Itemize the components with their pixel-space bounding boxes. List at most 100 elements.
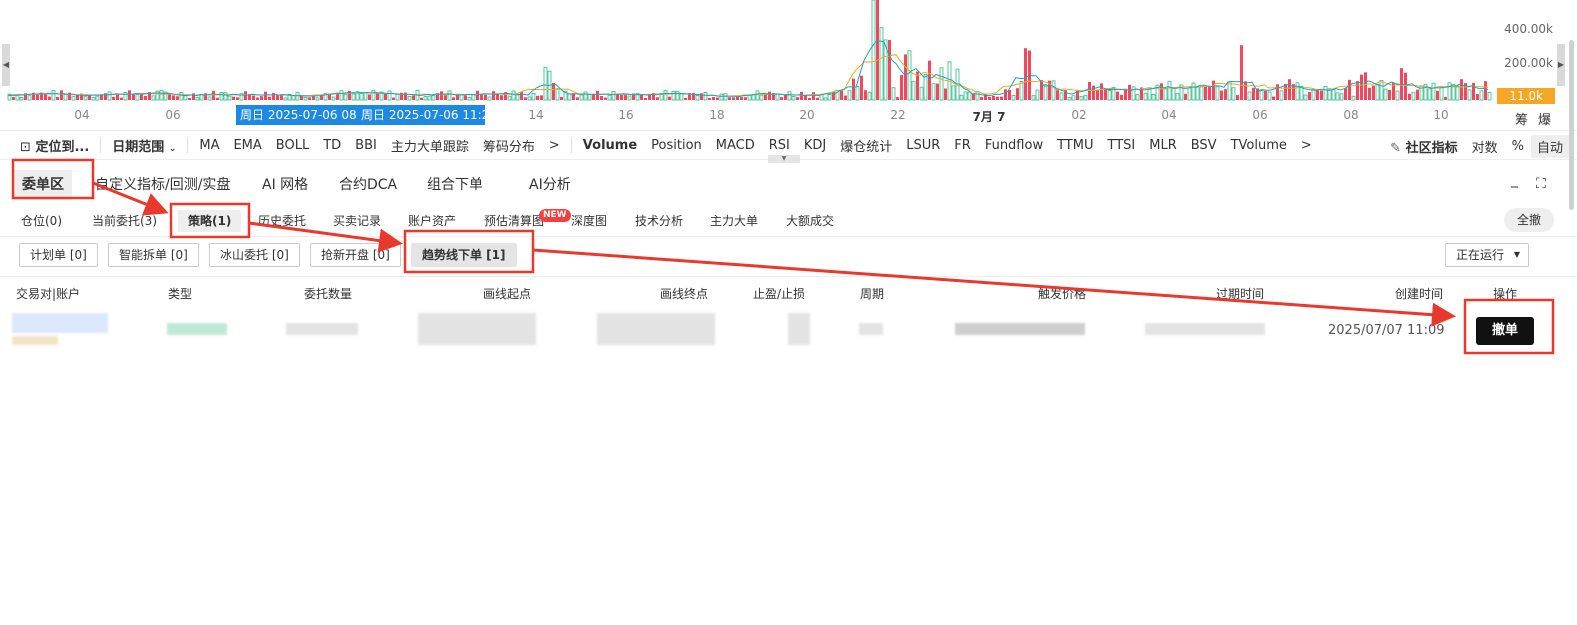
tab-combo-order[interactable]: 组合下单 xyxy=(427,170,483,200)
community-indicators-button[interactable]: ✎ 社区指标 xyxy=(1383,137,1464,156)
volume-bar xyxy=(339,90,344,101)
filter-plan-orders[interactable]: 计划单 [0] xyxy=(19,243,98,267)
volume-bar xyxy=(911,80,916,101)
date-range-dropdown[interactable]: 日期范围 ⌄ xyxy=(105,136,183,155)
chevron-right-icon[interactable]: > xyxy=(1294,138,1319,153)
main-tab-bar: 委单区 自定义指标/回测/实盘 AI 网格 合约DCA 组合下单 AI分析 _ … xyxy=(0,170,1577,200)
indicator-chip-distribution[interactable]: 筹码分布 xyxy=(476,136,542,155)
expand-icon[interactable]: ⛶ xyxy=(1536,176,1546,192)
filter-new-listing[interactable]: 抢新开盘 [0] xyxy=(310,243,401,267)
indicator-ema[interactable]: EMA xyxy=(226,138,268,153)
volume-bar xyxy=(871,0,876,101)
tab-large-trades[interactable]: 大额成交 xyxy=(786,210,834,232)
indicator-fundflow[interactable]: Fundflow xyxy=(978,138,1050,153)
indicator-position[interactable]: Position xyxy=(644,138,709,153)
indicator-ttsi[interactable]: TTSI xyxy=(1100,138,1142,153)
volume-bar xyxy=(1191,82,1196,101)
tab-custom-indicators[interactable]: 自定义指标/回测/实盘 xyxy=(95,170,230,200)
tab-depth-chart[interactable]: 深度图 xyxy=(571,210,607,232)
indicator-ttmu[interactable]: TTMU xyxy=(1050,138,1100,153)
tab-positions[interactable]: 仓位(0) xyxy=(21,210,62,232)
volume-bar xyxy=(159,90,164,101)
filter-iceberg[interactable]: 冰山委托 [0] xyxy=(209,243,300,267)
right-scroll-handle[interactable]: ▶ xyxy=(1557,44,1565,86)
volume-bar xyxy=(1212,80,1215,100)
minimize-icon[interactable]: _ xyxy=(1511,172,1518,188)
indicator-td[interactable]: TD xyxy=(316,138,348,153)
tab-order-area[interactable]: 委单区 xyxy=(14,170,72,200)
liquidation-toggle[interactable]: 爆 xyxy=(1538,109,1551,128)
volume-chart[interactable]: ◀ ▶ 400.00k 200.00k 11.0k 04 06 14 16 18… xyxy=(0,0,1577,130)
volume-bar xyxy=(1395,90,1400,101)
indicator-kdj[interactable]: KDJ xyxy=(797,138,833,153)
volume-bar xyxy=(395,93,400,101)
volume-bar xyxy=(376,92,379,100)
volume-bar xyxy=(891,87,896,101)
tab-contract-dca[interactable]: 合约DCA xyxy=(339,170,397,200)
volume-bar xyxy=(1056,90,1059,100)
tab-account-assets[interactable]: 账户资产 xyxy=(408,210,456,232)
volume-bar xyxy=(420,97,423,100)
chevron-right-icon[interactable]: > xyxy=(542,138,567,153)
tab-ai-analysis[interactable]: AI分析 xyxy=(529,170,571,200)
indicator-bbi[interactable]: BBI xyxy=(348,138,384,153)
volume-bar xyxy=(876,0,879,100)
volume-bar xyxy=(531,92,536,101)
volume-bar xyxy=(1431,82,1436,101)
volume-bar xyxy=(800,91,803,100)
volume-bar xyxy=(747,95,752,101)
volume-bar xyxy=(703,92,708,101)
tab-ai-grid[interactable]: AI 网格 xyxy=(262,170,308,200)
volume-bar xyxy=(207,96,212,101)
page-scrollbar[interactable] xyxy=(1567,0,1577,625)
volume-bar xyxy=(264,91,267,100)
filter-trendline-order[interactable]: 趋势线下单 [1] xyxy=(411,243,517,267)
cancel-order-button[interactable]: 撤单 xyxy=(1476,317,1534,345)
tab-trade-history[interactable]: 买卖记录 xyxy=(333,210,381,232)
indicator-fr[interactable]: FR xyxy=(947,138,978,153)
tab-technical-analysis[interactable]: 技术分析 xyxy=(635,210,683,232)
indicator-whale-tracking[interactable]: 主力大单跟踪 xyxy=(384,136,476,155)
indicator-mlr[interactable]: MLR xyxy=(1142,138,1184,153)
x-tick: 22 xyxy=(890,108,906,122)
indicator-boll[interactable]: BOLL xyxy=(269,138,316,153)
log-scale-toggle[interactable]: 对数 xyxy=(1465,137,1505,156)
volume-bar xyxy=(19,96,24,101)
volume-bar xyxy=(552,82,555,100)
tab-strategy[interactable]: 策略(1) xyxy=(178,210,242,232)
indicator-volume[interactable]: Volume xyxy=(576,138,644,153)
indicator-tvolume[interactable]: TVolume xyxy=(1224,138,1294,153)
chip-distribution-toggle[interactable]: 筹 xyxy=(1515,109,1528,128)
auto-scale-toggle[interactable]: 自动 xyxy=(1530,135,1569,158)
status-dropdown[interactable]: 正在运行 ▼ xyxy=(1445,243,1529,267)
volume-bar xyxy=(236,97,239,100)
collapse-panel-handle[interactable]: ▼ xyxy=(768,155,800,163)
tab-whale-orders[interactable]: 主力大单 xyxy=(710,210,758,232)
indicator-rsi[interactable]: RSI xyxy=(762,138,797,153)
indicator-macd[interactable]: MACD xyxy=(709,138,762,153)
volume-bar xyxy=(56,97,59,100)
moving-average-line xyxy=(7,40,1489,98)
percent-scale-toggle[interactable]: % xyxy=(1505,139,1531,154)
scroll-thumb[interactable] xyxy=(1569,40,1574,210)
volume-bar xyxy=(1372,85,1375,100)
indicator-lsur[interactable]: LSUR xyxy=(899,138,947,153)
filter-smart-split[interactable]: 智能拆单 [0] xyxy=(108,243,199,267)
volume-bar xyxy=(716,97,719,100)
tab-order-history[interactable]: 历史委托 xyxy=(258,210,306,232)
indicator-ma[interactable]: MA xyxy=(192,138,226,153)
volume-bar xyxy=(1016,88,1019,100)
tab-open-orders[interactable]: 当前委托(3) xyxy=(92,210,157,232)
volume-bar xyxy=(1279,90,1284,101)
indicator-liquidation-stats[interactable]: 爆仓统计 xyxy=(833,136,899,155)
y-axis-label-400k: 400.00k xyxy=(1504,22,1553,36)
tab-liquidation-estimate[interactable]: 预估清算图 xyxy=(484,210,544,232)
indicator-bsv[interactable]: BSV xyxy=(1184,138,1224,153)
volume-bar xyxy=(107,91,112,101)
volume-bar xyxy=(840,90,843,100)
left-scroll-handle[interactable]: ◀ xyxy=(2,44,10,86)
cancel-all-button[interactable]: 全撤 xyxy=(1504,208,1554,232)
locate-button[interactable]: ⊡ 定位到... xyxy=(0,136,96,155)
volume-bar xyxy=(644,97,647,100)
volume-bar xyxy=(827,94,832,101)
